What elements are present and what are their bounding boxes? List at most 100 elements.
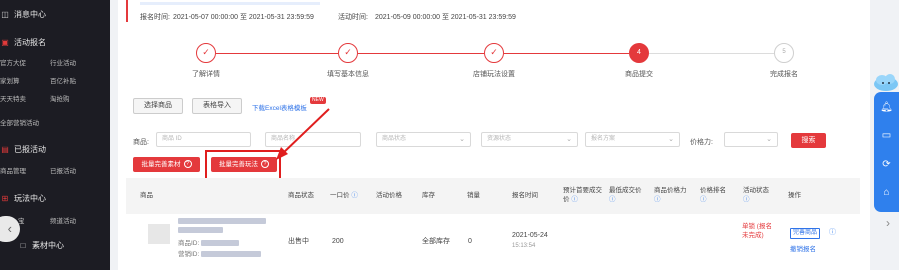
redacted-text (178, 218, 266, 225)
sidebar-item-subsidy[interactable]: 百亿补贴 (50, 75, 76, 85)
col-actions: 操作 (788, 192, 801, 199)
improve-goods-button[interactable]: 完善商品 (790, 228, 821, 239)
step-label: 商品提交 (625, 71, 653, 78)
col-price-power-label: 商品价格力 (654, 187, 687, 194)
playbook-icon: ⊞ (1, 193, 9, 203)
goods-filter-label: 商品: (133, 139, 149, 146)
col-fixed-price-label: 一口价 (330, 192, 350, 199)
chevron-down-icon: ⌄ (766, 136, 772, 143)
activity-time-label: 活动时间: (338, 14, 368, 21)
cancel-registration-link[interactable]: 撤销报名 (790, 243, 816, 253)
step-label: 了解详情 (192, 71, 220, 78)
form-import-button[interactable]: 表格导入 (192, 98, 242, 114)
col-expected-price: 预计首要成交价 ⓘ (563, 186, 603, 204)
sidebar-section-title: 消息中心 (14, 9, 46, 19)
help-icon: ⓘ (351, 192, 358, 199)
sidebar-item-industry[interactable]: 行业活动 (50, 57, 76, 67)
reg-time-label: 报名时间: (140, 14, 170, 21)
reg-plan-text: 报名方案 (591, 136, 616, 142)
step-number-current: 4 (629, 43, 649, 63)
table-header: 商品 商品状态 一口价 ⓘ 活动价格 库存 销量 报名时间 预计首要成交价 ⓘ … (126, 178, 860, 214)
col-price-power: 商品价格力 ⓘ (654, 186, 688, 204)
goods-id-input[interactable]: 商品 ID (156, 132, 251, 147)
message-icon: ◫ (1, 9, 9, 19)
col-fixed-price: 一口价 ⓘ (330, 191, 358, 200)
chevron-right-icon[interactable]: › (886, 216, 890, 230)
sidebar-section-title: 玩法中心 (14, 193, 46, 203)
sales-cell: 0 (468, 238, 472, 245)
sidebar-section-playbook[interactable]: ⊞ 玩法中心 (0, 189, 46, 207)
sidebar-item-row: 天天特卖 淘抢购 (0, 88, 110, 106)
help-icon: ⓘ (609, 196, 616, 203)
redacted-text (201, 251, 262, 258)
col-min-price: 最低成交价 ⓘ (609, 186, 643, 204)
step-label: 填写基本信息 (327, 71, 369, 78)
home-icon[interactable]: ⌂ (874, 187, 899, 198)
resource-status-text: 资源状态 (487, 136, 512, 142)
price-power-label: 价格力: (690, 139, 713, 146)
price-power-select[interactable]: ⌄ (724, 132, 778, 147)
redacted-text (178, 227, 223, 234)
material-icon: □ (20, 240, 26, 250)
check-icon: ✓ (484, 43, 504, 63)
help-icon: ? (183, 160, 192, 169)
search-button[interactable]: 搜索 (791, 133, 826, 148)
sidebar-item-channel[interactable]: 频道活动 (50, 215, 76, 225)
activity-time-value: 2021-05-09 00:00:00 至 2021-05-31 23:59:5… (375, 14, 516, 21)
sidebar-section-message[interactable]: ◫ 消息中心 (0, 5, 46, 23)
sidebar-section-material[interactable]: □ 素材中心 (18, 236, 64, 254)
sidebar-section-title: 素材中心 (32, 240, 64, 250)
goods-id-row: 商品ID: (178, 239, 240, 248)
sidebar-item-all-marketing[interactable]: 全部营销活动 (0, 117, 39, 127)
sidebar-item-registered[interactable]: 已报活动 (50, 165, 76, 175)
highlight-box (205, 150, 281, 180)
sidebar-section-registered[interactable]: ▤ 已报活动 (0, 140, 46, 158)
step-label: 店铺玩法设置 (473, 71, 515, 78)
marketing-id-label: 营销ID: (178, 251, 200, 258)
goods-status-cell: 出售中 (288, 238, 309, 245)
sidebar-section-title: 已报活动 (14, 144, 46, 154)
goods-status-text: 商品状态 (382, 136, 407, 142)
step-number: 5 (774, 43, 794, 63)
bell-icon[interactable]: 🔔︎ (874, 102, 899, 113)
sidebar-item-flash[interactable]: 淘抢购 (50, 93, 70, 103)
chat-icon[interactable]: ▭ (874, 130, 899, 141)
step-connector (649, 53, 774, 54)
reg-date-cell: 2021-05-24 (512, 232, 548, 239)
sidebar-item-row: 家划算 百亿补贴 (0, 70, 110, 88)
goods-id-placeholder: 商品 ID (162, 136, 182, 142)
reg-plan-select[interactable]: 报名方案 ⌄ (585, 132, 680, 147)
sidebar-item-jhs[interactable]: 家划算 (0, 75, 20, 85)
main-panel: 报名时间: 2021-05-07 00:00:00 至 2021-05-31 2… (118, 0, 870, 270)
step-connector (216, 53, 338, 54)
registered-icon: ▤ (1, 144, 9, 154)
reg-time-cell: 15:13:54 (512, 243, 536, 249)
goods-status-select[interactable]: 商品状态 ⌄ (376, 132, 471, 147)
cloud-mascot-icon[interactable] (872, 72, 899, 92)
col-activity-status: 活动状态 ⓘ (743, 186, 777, 204)
sidebar-item-official-promo[interactable]: 官方大促 (0, 57, 26, 67)
chevron-down-icon: ⌄ (566, 136, 572, 143)
col-min-price-label: 最低成交价 (609, 187, 642, 194)
sidebar-section-activity[interactable]: ▣ 活动报名 (0, 33, 46, 51)
select-goods-button[interactable]: 选择商品 (133, 98, 183, 114)
redacted-text (201, 240, 240, 247)
col-activity-price: 活动价格 (376, 192, 402, 199)
batch-improve-material-button[interactable]: 批量完善素材? (133, 157, 200, 172)
col-stock: 库存 (422, 192, 435, 199)
refresh-icon[interactable]: ⟳ (874, 159, 899, 170)
sidebar-item-goods-manage[interactable]: 商品管理 (0, 165, 26, 175)
col-expected-price-label: 预计首要成交价 (563, 187, 602, 203)
col-activity-status-label: 活动状态 (743, 187, 769, 194)
resource-status-select[interactable]: 资源状态 ⌄ (481, 132, 578, 147)
stock-cell: 全部库存 (422, 238, 450, 245)
help-icon: ⓘ (829, 229, 836, 236)
chevron-down-icon: ⌄ (668, 136, 674, 143)
help-icon: ⓘ (743, 196, 750, 203)
step-connector (358, 53, 484, 54)
new-badge: NEW (310, 97, 326, 104)
sidebar-item-row: 商品管理 已报活动 (0, 160, 110, 178)
sidebar-item-daily-sale[interactable]: 天天特卖 (0, 93, 26, 103)
check-icon: ✓ (338, 43, 358, 63)
sidebar-item-row: 官方大促 行业活动 (0, 52, 110, 70)
